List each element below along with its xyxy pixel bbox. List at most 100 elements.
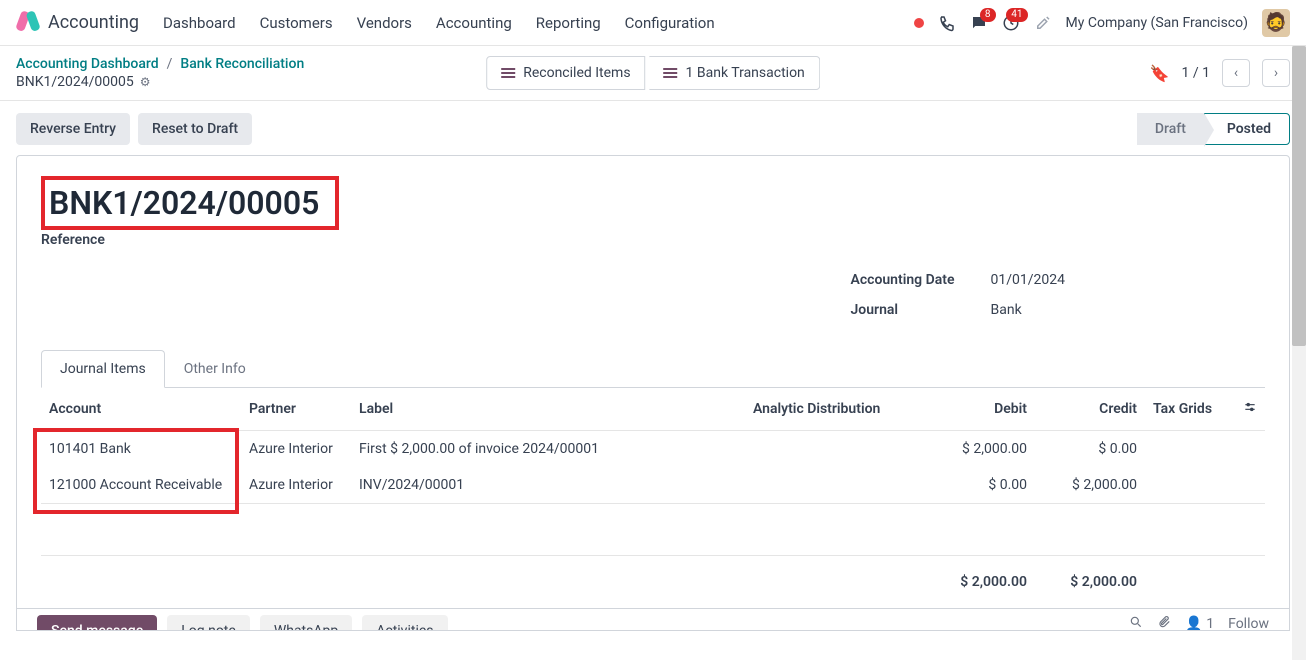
attachment-icon[interactable] [1157,615,1171,631]
bank-transaction-button[interactable]: 1 Bank Transaction [650,56,820,90]
col-label[interactable]: Label [351,388,745,431]
total-credit: $ 2,000.00 [1035,556,1145,609]
journal-label: Journal [851,302,971,318]
breadcrumb-sep: / [167,56,173,72]
list-icon [501,68,515,78]
status-bar: Draft Posted [1137,113,1290,145]
activities-badge: 41 [1006,8,1027,22]
breadcrumb: Accounting Dashboard / Bank Reconciliati… [16,56,304,90]
reconciled-items-button[interactable]: Reconciled Items [486,56,645,90]
cell-debit[interactable]: $ 2,000.00 [925,431,1035,468]
breadcrumb-record: BNK1/2024/00005 ⚙ [16,74,304,90]
company-selector[interactable]: My Company (San Francisco) [1066,15,1248,31]
cell-debit[interactable]: $ 0.00 [925,467,1035,504]
reference-label: Reference [41,232,1265,248]
cell-account[interactable]: 121000 Account Receivable [41,467,241,504]
phone-icon[interactable] [938,14,956,32]
cell-label[interactable]: INV/2024/00001 [351,467,745,504]
list-icon [664,68,678,78]
cell-partner[interactable]: Azure Interior [241,467,351,504]
pager-prev[interactable]: ‹ [1222,59,1250,87]
send-message-button[interactable]: Send message [37,615,157,631]
chatter: Send message Log note WhatsApp Activitie… [16,609,1290,631]
breadcrumb-dashboard[interactable]: Accounting Dashboard [16,56,159,72]
tools-icon[interactable] [1034,14,1052,32]
journal-value[interactable]: Bank [991,302,1022,318]
nav-vendors[interactable]: Vendors [357,14,412,32]
topbar-right: 8 41 My Company (San Francisco) 🧔 [914,9,1290,37]
field-grid: Accounting Date 01/01/2024 Journal Bank [41,272,1265,318]
col-credit[interactable]: Credit [1035,388,1145,431]
pager-text: 1 / 1 [1182,65,1210,81]
cell-analytic[interactable] [745,431,925,468]
col-account[interactable]: Account [41,388,241,431]
table-spacer [41,504,1265,556]
action-bar: Reverse Entry Reset to Draft Draft Poste… [16,113,1290,145]
entry-name: BNK1/2024/00005 [49,184,319,222]
cell-analytic[interactable] [745,467,925,504]
activities-button[interactable]: Activities [362,615,447,631]
nav-customers[interactable]: Customers [260,14,333,32]
pager: 🔖 1 / 1 ‹ › [1150,59,1290,87]
user-avatar[interactable]: 🧔 [1262,9,1290,37]
cell-account[interactable]: 101401 Bank [41,431,241,468]
vertical-scrollbar[interactable] [1292,46,1306,660]
recording-indicator [914,18,924,28]
record-name-text: BNK1/2024/00005 [16,74,134,90]
reset-draft-button[interactable]: Reset to Draft [138,113,252,145]
status-posted[interactable]: Posted [1204,113,1290,145]
followers-count[interactable]: 👤 1 [1185,616,1214,631]
col-settings[interactable] [1235,388,1265,431]
messages-icon[interactable]: 8 [970,14,988,32]
cell-tax[interactable] [1145,431,1235,468]
cell-tax[interactable] [1145,467,1235,504]
smart-buttons: Reconciled Items 1 Bank Transaction [486,56,820,90]
cell-label[interactable]: First $ 2,000.00 of invoice 2024/00001 [351,431,745,468]
reverse-entry-button[interactable]: Reverse Entry [16,113,130,145]
bank-tx-label: 1 Bank Transaction [686,65,805,81]
journal-items-table: Account Partner Label Analytic Distribut… [41,388,1265,608]
app-logo [16,11,40,35]
form-view: Reverse Entry Reset to Draft Draft Poste… [0,101,1306,631]
gear-icon[interactable]: ⚙ [140,75,151,89]
col-analytic[interactable]: Analytic Distribution [745,388,925,431]
accounting-date-label: Accounting Date [851,272,971,288]
table-row[interactable]: 101401 Bank Azure Interior First $ 2,000… [41,431,1265,468]
cell-credit[interactable]: $ 2,000.00 [1035,467,1145,504]
col-debit[interactable]: Debit [925,388,1035,431]
control-panel: Accounting Dashboard / Bank Reconciliati… [0,46,1306,101]
nav-accounting[interactable]: Accounting [436,14,512,32]
status-draft[interactable]: Draft [1137,113,1204,145]
cell-credit[interactable]: $ 0.00 [1035,431,1145,468]
tab-other-info[interactable]: Other Info [165,350,265,388]
col-tax[interactable]: Tax Grids [1145,388,1235,431]
search-icon[interactable] [1129,615,1143,631]
nav-configuration[interactable]: Configuration [625,14,715,32]
pager-next[interactable]: › [1262,59,1290,87]
tab-journal-items[interactable]: Journal Items [41,350,165,388]
table-header-row: Account Partner Label Analytic Distribut… [41,388,1265,431]
reconciled-label: Reconciled Items [523,65,630,81]
log-note-button[interactable]: Log note [167,615,250,631]
breadcrumb-reconcile[interactable]: Bank Reconciliation [180,56,304,72]
main-nav: Dashboard Customers Vendors Accounting R… [163,14,715,32]
nav-reporting[interactable]: Reporting [536,14,601,32]
total-debit: $ 2,000.00 [925,556,1035,609]
form-sheet: BNK1/2024/00005 Reference Accounting Dat… [16,155,1290,609]
accounting-date-value[interactable]: 01/01/2024 [991,272,1066,288]
cell-partner[interactable]: Azure Interior [241,431,351,468]
totals-row: $ 2,000.00 $ 2,000.00 [41,556,1265,609]
messages-badge: 8 [980,8,996,22]
whatsapp-button[interactable]: WhatsApp [260,615,352,631]
scrollbar-thumb[interactable] [1292,46,1306,346]
entry-name-highlight: BNK1/2024/00005 [41,176,339,230]
table-row[interactable]: 121000 Account Receivable Azure Interior… [41,467,1265,504]
follow-button[interactable]: Follow [1228,616,1269,631]
topbar: Accounting Dashboard Customers Vendors A… [0,0,1306,46]
col-partner[interactable]: Partner [241,388,351,431]
bookmark-icon[interactable]: 🔖 [1150,64,1170,83]
app-name[interactable]: Accounting [48,12,139,33]
tabs: Journal Items Other Info [41,350,1265,388]
activities-icon[interactable]: 41 [1002,14,1020,32]
nav-dashboard[interactable]: Dashboard [163,14,236,32]
